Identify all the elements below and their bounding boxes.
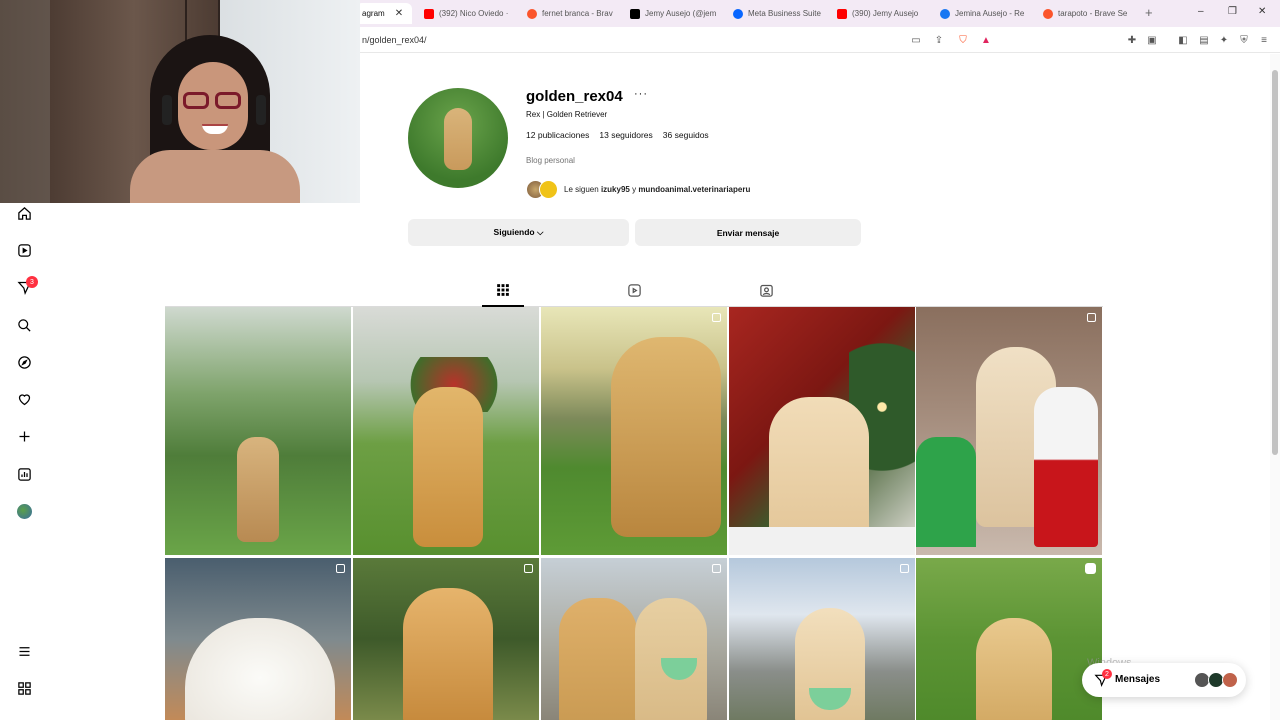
rewards-icon[interactable]: ▲: [980, 34, 992, 46]
following-stat[interactable]: 36 seguidos: [663, 130, 709, 140]
browser-tab[interactable]: (390) Jemy Ausejo: [837, 3, 927, 24]
scrollbar-thumb[interactable]: [1272, 70, 1278, 455]
new-tab-button[interactable]: +: [1145, 5, 1153, 20]
headset-right: [256, 95, 266, 125]
leo-icon[interactable]: ✦: [1218, 34, 1230, 46]
post-thumbnail[interactable]: [729, 558, 915, 720]
tab-label: (392) Nico Oviedo ·: [439, 9, 509, 18]
carousel-icon: [1087, 313, 1096, 322]
browser-tab[interactable]: tarapoto - Brave Se: [1043, 3, 1135, 24]
more-options-icon[interactable]: ···: [634, 88, 648, 100]
tab-label: Meta Business Suite: [748, 9, 821, 18]
followers-stat[interactable]: 13 seguidores: [599, 130, 652, 140]
tagged-tab[interactable]: [758, 282, 774, 298]
meta-icon: [733, 8, 743, 19]
sidebar-icon[interactable]: ◧: [1177, 34, 1189, 46]
brave-icon: [1043, 8, 1053, 19]
home-icon[interactable]: [16, 205, 33, 222]
messages-badge: 2: [1102, 669, 1112, 679]
extensions-icon[interactable]: ✚: [1126, 34, 1138, 46]
post-thumbnail[interactable]: [165, 307, 351, 555]
threads-icon[interactable]: [16, 680, 33, 697]
brave-icon: [527, 8, 537, 19]
browser-tab[interactable]: Jemy Ausejo (@jem: [630, 3, 722, 24]
maximize-button[interactable]: ❐: [1228, 6, 1237, 17]
tab-label: (390) Jemy Ausejo: [852, 9, 919, 18]
profile-avatar-nav[interactable]: [17, 504, 32, 519]
reel-icon: [1085, 563, 1096, 574]
tiktok-icon: [630, 8, 640, 19]
following-button[interactable]: Siguiendo ⌵: [408, 219, 629, 246]
headset-left: [162, 95, 172, 125]
screen-icon[interactable]: ▭: [910, 34, 922, 46]
carousel-icon: [712, 564, 721, 573]
browser-tab[interactable]: Jemina Ausejo - Re: [940, 3, 1030, 24]
post-thumbnail[interactable]: [353, 307, 539, 555]
downloads-icon[interactable]: ▣: [1146, 34, 1158, 46]
browser-tab-active[interactable]: agram ✕: [356, 3, 412, 24]
notification-badge: 3: [26, 276, 38, 288]
carousel-icon: [900, 564, 909, 573]
menu-icon[interactable]: ≡: [1258, 34, 1270, 46]
browser-tab[interactable]: (392) Nico Oviedo ·: [424, 3, 516, 24]
brave-shield-icon[interactable]: ⛉: [957, 34, 969, 46]
posts-grid-tab[interactable]: [495, 282, 511, 298]
post-thumbnail[interactable]: [916, 307, 1102, 555]
carousel-icon: [712, 313, 721, 322]
tab-label: Jemina Ausejo - Re: [955, 9, 1025, 18]
contact-avatar: [1222, 672, 1238, 688]
close-tab-icon[interactable]: ✕: [395, 8, 403, 19]
tab-label: Jemy Ausejo (@jem: [645, 9, 717, 18]
profile-fullname: Rex | Golden Retriever: [526, 110, 608, 119]
post-thumbnail[interactable]: [165, 558, 351, 720]
screen: agram ✕ (392) Nico Oviedo · fernet branc…: [0, 0, 1280, 720]
wallet-icon[interactable]: ▤: [1198, 34, 1210, 46]
youtube-icon: [837, 8, 847, 19]
browser-tab[interactable]: Meta Business Suite: [733, 3, 828, 24]
messages-label: Mensajes: [1115, 674, 1161, 685]
post-thumbnail[interactable]: [541, 307, 727, 555]
search-icon[interactable]: [16, 317, 33, 334]
follower-avatar: [539, 179, 558, 199]
url-field[interactable]: n/golden_rex04/: [362, 35, 427, 45]
post-thumbnail[interactable]: [541, 558, 727, 720]
minimize-button[interactable]: –: [1198, 6, 1204, 17]
dashboard-icon[interactable]: [16, 466, 33, 483]
more-menu-icon[interactable]: [16, 643, 33, 660]
post-thumbnail[interactable]: [916, 558, 1102, 720]
youtube-icon: [424, 8, 434, 19]
tab-label: fernet branca - Brav: [542, 9, 613, 18]
vpn-icon[interactable]: ⛨: [1238, 34, 1250, 46]
webcam-glasses: [183, 92, 243, 110]
followed-by[interactable]: Le siguen izuky95 y mundoanimal.veterina…: [526, 179, 750, 199]
profile-avatar[interactable]: [408, 88, 508, 188]
facebook-icon: [940, 8, 950, 19]
profile-username: golden_rex04: [526, 88, 623, 105]
reels-icon[interactable]: [16, 242, 33, 259]
browser-tab[interactable]: fernet branca - Brav: [527, 3, 615, 24]
posts-stat: 12 publicaciones: [526, 130, 590, 140]
carousel-icon: [336, 564, 345, 573]
profile-category: Blog personal: [526, 156, 575, 165]
post-thumbnail[interactable]: [729, 307, 915, 555]
profile-stats: 12 publicaciones 13 seguidores 36 seguid…: [526, 130, 709, 140]
explore-icon[interactable]: [16, 354, 33, 371]
send-message-button[interactable]: Enviar mensaje: [635, 219, 861, 246]
webcam-person-body: [130, 150, 300, 203]
close-window-button[interactable]: ✕: [1258, 6, 1266, 17]
messages-pill[interactable]: 2 Mensajes: [1082, 663, 1246, 697]
reels-tab[interactable]: [626, 282, 642, 298]
webcam-overlay: [0, 0, 360, 203]
tab-label: tarapoto - Brave Se: [1058, 9, 1128, 18]
post-thumbnail[interactable]: [353, 558, 539, 720]
create-icon[interactable]: [16, 428, 33, 445]
carousel-icon: [524, 564, 533, 573]
followed-by-text: Le siguen izuky95 y mundoanimal.veterina…: [564, 184, 751, 194]
heart-icon[interactable]: [16, 391, 33, 408]
share-icon[interactable]: ⇪: [933, 34, 945, 46]
tab-label: agram: [362, 9, 385, 18]
